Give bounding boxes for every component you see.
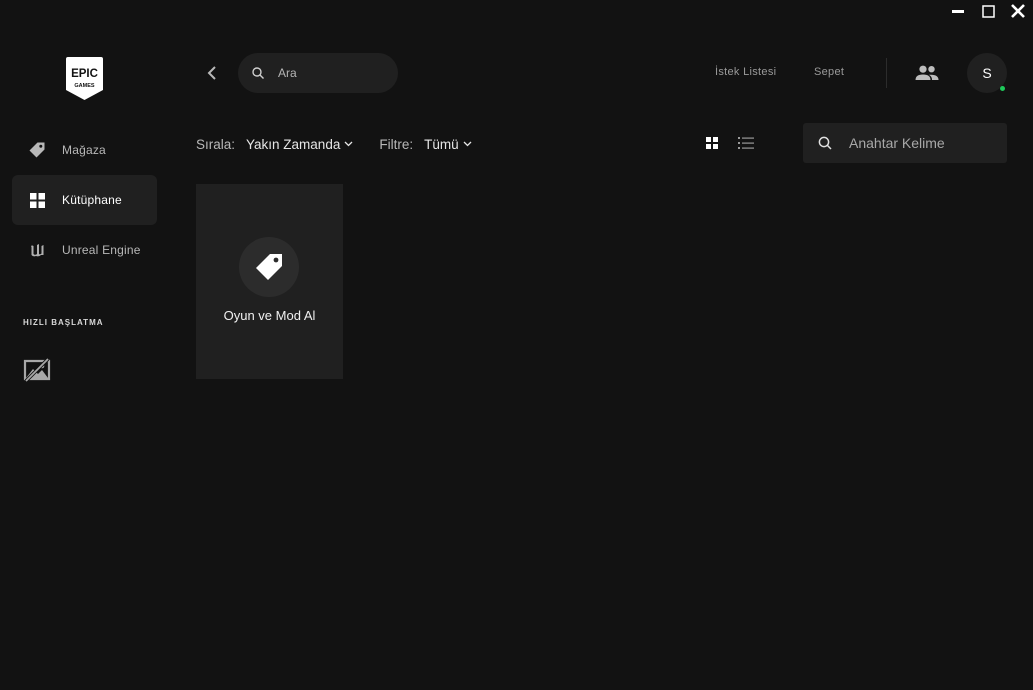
window-controls [943,0,1033,24]
wishlist-link[interactable]: İstek Listesi [715,66,776,78]
card-label: Oyun ve Mod Al [223,308,316,323]
search-input[interactable] [276,65,380,81]
sidebar-item-label: Unreal Engine [62,243,141,257]
maximize-button[interactable] [973,0,1003,22]
chevron-left-icon [207,66,216,80]
minimize-button[interactable] [943,0,973,22]
sort-dropdown[interactable]: Yakın Zamanda [246,137,353,152]
unreal-icon [28,241,46,259]
filter-value: Tümü [424,136,459,152]
close-button[interactable] [1003,0,1033,22]
filter-dropdown[interactable]: Tümü [424,137,472,152]
search-icon [252,67,264,79]
close-icon [1011,4,1025,18]
user-avatar[interactable]: S [967,53,1007,93]
grid-icon [28,191,46,209]
filter-label: Filtre: [379,136,414,152]
card-icon-circle [239,237,299,297]
grid-view-icon [706,137,718,149]
cart-link[interactable]: Sepet [814,66,844,78]
get-games-mods-card[interactable]: Oyun ve Mod Al [196,184,343,379]
sidebar-item-unreal-engine[interactable]: Unreal Engine [12,225,157,275]
friends-button[interactable] [914,62,940,84]
list-view-button[interactable] [737,135,755,151]
tag-icon [28,141,46,159]
friends-icon [915,65,939,80]
sidebar: EPIC GAMES Mağaza Kütüphane Unreal Engin… [0,0,170,690]
maximize-icon [981,4,995,18]
online-status-dot [1000,86,1005,91]
keyword-input[interactable] [847,134,1001,152]
sidebar-item-label: Kütüphane [62,193,122,207]
epic-games-logo[interactable]: EPIC GAMES [66,57,103,101]
epic-launcher-window: EPIC GAMES Mağaza Kütüphane Unreal Engin… [0,0,1033,690]
store-search[interactable] [238,53,398,93]
chevron-down-icon [463,141,472,147]
sidebar-item-library[interactable]: Kütüphane [12,175,157,225]
logo-text-epic: EPIC [71,68,98,80]
back-button[interactable] [202,63,222,83]
library-filter-row: Sırala: Yakın Zamanda Filtre: Tümü [196,134,472,154]
sidebar-item-store[interactable]: Mağaza [12,125,157,175]
grid-view-button[interactable] [704,135,720,151]
minimize-icon [952,10,964,13]
quick-launch-image-icon[interactable] [23,356,51,384]
search-icon [818,136,832,150]
sort-label: Sırala: [196,136,236,152]
tag-icon [256,254,282,280]
sidebar-item-label: Mağaza [62,143,106,157]
list-view-icon [738,137,754,149]
avatar-initial: S [982,65,992,81]
keyword-search[interactable] [803,123,1007,163]
sort-value: Yakın Zamanda [246,136,341,152]
chevron-down-icon [344,141,353,147]
quick-launch-title: HIZLI BAŞLATMA [23,318,104,327]
logo-text-games: GAMES [74,83,95,89]
topbar-divider [886,58,887,88]
